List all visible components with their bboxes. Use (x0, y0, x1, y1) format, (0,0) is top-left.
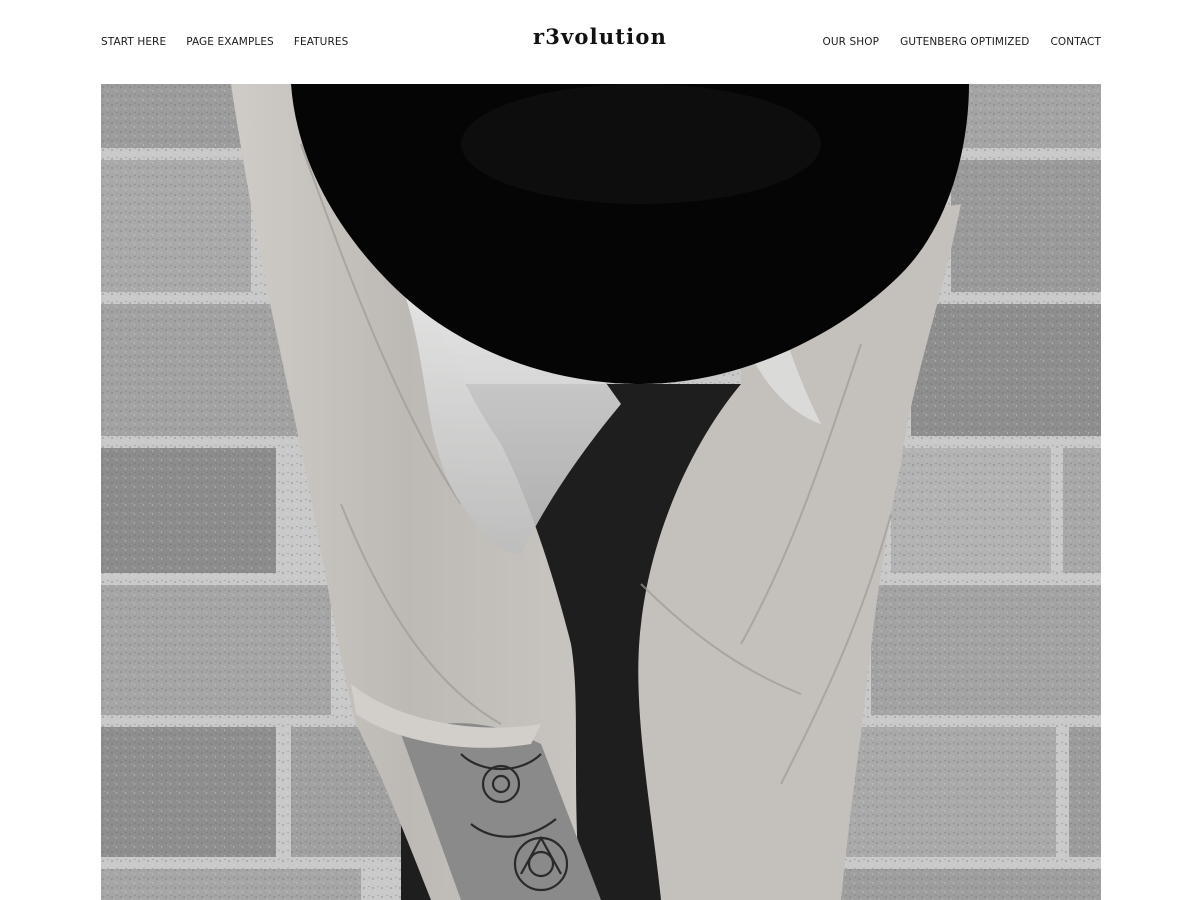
nav-link-our-shop[interactable]: OUR SHOP (823, 35, 880, 49)
nav-link-contact[interactable]: CONTACT (1051, 35, 1102, 49)
nav-link-features[interactable]: FEATURES (294, 35, 349, 49)
person-with-wide-brim-hat-photo (101, 84, 1101, 900)
site-title-link[interactable]: r3volution (533, 24, 667, 49)
nav-link-start-here[interactable]: START HERE (101, 35, 166, 49)
site-header: START HERE PAGE EXAMPLES FEATURES r3volu… (0, 0, 1200, 84)
hero-image (101, 84, 1101, 900)
primary-nav-right: OUR SHOP GUTENBERG OPTIMIZED CONTACT (823, 35, 1101, 49)
primary-nav-left: START HERE PAGE EXAMPLES FEATURES (101, 35, 348, 49)
nav-link-gutenberg-optimized[interactable]: GUTENBERG OPTIMIZED (900, 35, 1029, 49)
nav-link-page-examples[interactable]: PAGE EXAMPLES (186, 35, 274, 49)
